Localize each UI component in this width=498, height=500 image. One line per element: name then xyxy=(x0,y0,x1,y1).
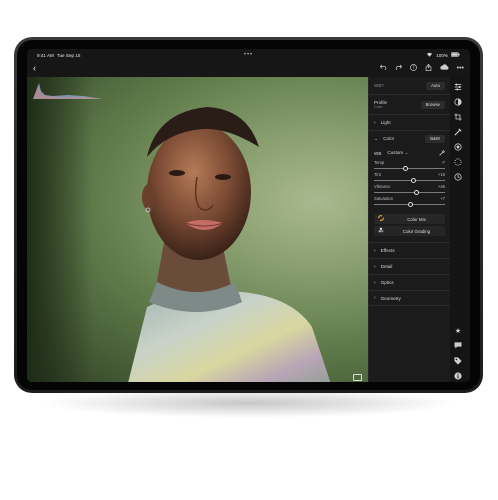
color-wheel-icon xyxy=(374,215,388,223)
undo-icon[interactable] xyxy=(379,64,387,72)
slider-temp[interactable]: Temp -7 xyxy=(369,160,450,172)
histogram[interactable] xyxy=(33,81,103,99)
stage: 9:41 AM Tue Sep 15 ••• 100% ‹ ? ••• WB? … xyxy=(0,0,498,500)
detail-section[interactable]: › Detail xyxy=(369,258,450,274)
slider-label: Vibrance xyxy=(374,184,391,189)
color-section-header[interactable]: ⌄ Color B&W xyxy=(369,130,450,146)
slider-track[interactable] xyxy=(374,168,445,169)
slider-label: Temp xyxy=(374,160,385,165)
chevron-right-icon: › xyxy=(374,247,376,254)
slider-thumb[interactable] xyxy=(410,177,416,183)
color-label: Color xyxy=(383,136,395,141)
presets-icon[interactable] xyxy=(454,98,463,107)
color-grading-label: Color Grading xyxy=(402,228,431,234)
auto-row-label: WB? xyxy=(374,83,384,88)
eyedropper-icon[interactable] xyxy=(439,149,445,157)
redo-icon[interactable] xyxy=(395,64,402,72)
edit-panel: WB? Auto Profile Color Browse › Light ⌄ … xyxy=(368,77,450,382)
wifi-icon xyxy=(426,52,433,58)
light-section[interactable]: › Light xyxy=(369,114,450,130)
tool-rail: ★ xyxy=(450,77,466,382)
auto-button[interactable]: Auto xyxy=(426,81,445,90)
color-grading-icon xyxy=(374,227,388,235)
multitasking-dots-icon[interactable]: ••• xyxy=(244,52,253,58)
slider-track[interactable] xyxy=(374,192,445,193)
battery-percent: 100% xyxy=(436,52,448,58)
sliders-icon[interactable] xyxy=(454,83,463,92)
share-icon[interactable] xyxy=(425,63,432,73)
chevron-down-icon: ⌄ xyxy=(374,135,379,142)
detail-label: Detail xyxy=(380,264,393,269)
chevron-right-icon: › xyxy=(374,279,376,286)
slider-thumb[interactable] xyxy=(414,189,420,195)
slider-tint[interactable]: Tint +16 xyxy=(369,172,450,184)
status-bar: 9:41 AM Tue Sep 15 ••• 100% xyxy=(27,49,470,61)
color-mix-label: Color Mix xyxy=(407,216,426,222)
slider-vibrance[interactable]: Vibrance +45 xyxy=(369,184,450,196)
status-date: Tue Sep 15 xyxy=(56,52,81,58)
white-balance-row: WB Custom ⌄ xyxy=(369,146,450,160)
svg-text:?: ? xyxy=(412,65,414,70)
crop-icon[interactable] xyxy=(454,113,463,122)
color-mix-button[interactable]: Color Mix xyxy=(374,214,445,224)
auto-row: WB? Auto xyxy=(369,77,450,94)
compare-view-icon[interactable] xyxy=(353,374,362,381)
cloud-sync-icon[interactable] xyxy=(440,64,449,72)
tag-icon[interactable] xyxy=(454,357,463,366)
slider-track[interactable] xyxy=(374,180,445,181)
chevron-right-icon: › xyxy=(374,119,376,126)
optics-section[interactable]: › Optics xyxy=(369,274,450,290)
color-grading-button[interactable]: Color Grading xyxy=(374,226,445,236)
info-icon[interactable] xyxy=(454,372,463,381)
slider-thumb[interactable] xyxy=(408,201,414,207)
optics-label: Optics xyxy=(380,280,394,285)
effects-section[interactable]: › Effects xyxy=(369,242,450,258)
portrait-image xyxy=(27,77,331,382)
chevron-right-icon: › xyxy=(374,295,376,301)
selective-icon[interactable] xyxy=(454,158,463,167)
back-button[interactable]: ‹ xyxy=(33,63,36,73)
slider-thumb[interactable] xyxy=(403,165,409,171)
color-sliders: Temp -7 Tint +16 Vibrance +45 Saturation +7 xyxy=(369,160,450,208)
star-rating-icon[interactable]: ★ xyxy=(454,327,463,336)
masking-icon[interactable] xyxy=(454,143,463,152)
healing-brush-icon[interactable] xyxy=(454,128,463,137)
device-bezel: 9:41 AM Tue Sep 15 ••• 100% ‹ ? ••• WB? … xyxy=(17,40,480,390)
light-label: Light xyxy=(380,120,391,125)
geometry-section[interactable]: › Geometry xyxy=(369,290,450,306)
top-toolbar: ‹ ? ••• xyxy=(27,61,470,75)
wb-label: WB xyxy=(374,150,382,156)
more-options-icon[interactable]: ••• xyxy=(457,65,464,72)
photo-canvas[interactable] xyxy=(27,77,368,382)
browse-profiles-button[interactable]: Browse xyxy=(420,100,445,109)
wb-preset-value: Custom xyxy=(387,150,404,155)
chevron-right-icon: › xyxy=(374,263,376,270)
ipad-device: 9:41 AM Tue Sep 15 ••• 100% ‹ ? ••• WB? … xyxy=(14,37,483,393)
screen: 9:41 AM Tue Sep 15 ••• 100% ‹ ? ••• WB? … xyxy=(27,49,470,382)
status-time: 9:41 AM xyxy=(37,52,54,58)
bw-button[interactable]: B&W xyxy=(425,134,445,143)
wb-preset-dropdown[interactable]: Custom ⌄ xyxy=(387,150,408,156)
slider-label: Tint xyxy=(374,172,381,177)
slider-value: -7 xyxy=(441,160,445,165)
chevron-down-icon: ⌄ xyxy=(404,150,409,155)
comment-icon[interactable] xyxy=(454,342,463,351)
history-icon[interactable] xyxy=(454,173,463,182)
geometry-label: Geometry xyxy=(380,295,401,301)
effects-label: Effects xyxy=(380,248,395,253)
slider-value: +7 xyxy=(440,196,445,201)
slider-saturation[interactable]: Saturation +7 xyxy=(369,196,450,208)
slider-label: Saturation xyxy=(374,196,394,201)
slider-value: +16 xyxy=(437,172,445,177)
profile-row[interactable]: Profile Color Browse xyxy=(369,94,450,114)
battery-icon xyxy=(451,52,460,58)
help-icon[interactable]: ? xyxy=(409,63,417,73)
slider-value: +45 xyxy=(437,184,445,189)
profile-sub: Color xyxy=(374,105,383,109)
